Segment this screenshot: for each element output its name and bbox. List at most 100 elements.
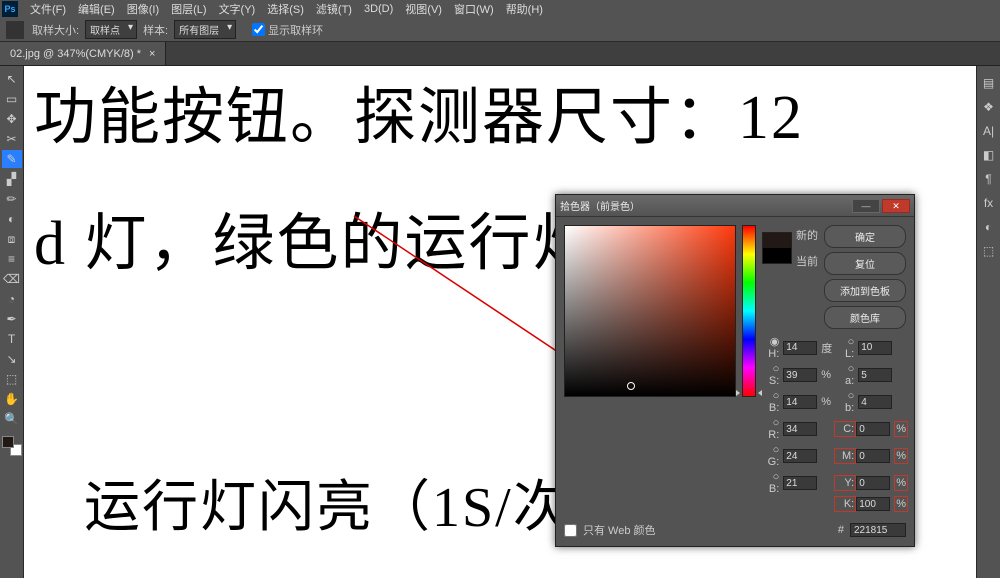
label-current: 当前 (796, 253, 818, 269)
hue-slider[interactable] (742, 225, 756, 397)
bb-field[interactable] (783, 476, 817, 490)
label-s: ○ S: (762, 363, 779, 387)
menu-view[interactable]: 视图(V) (399, 1, 448, 17)
show-ring-checkbox[interactable] (252, 23, 265, 36)
document-tabs: 02.jpg @ 347%(CMYK/8) * × (0, 42, 1000, 66)
foreground-swatch[interactable] (2, 436, 14, 448)
r-field[interactable] (783, 422, 817, 436)
app-logo: Ps (2, 1, 18, 17)
menu-layer[interactable]: 图层(L) (165, 1, 212, 17)
saturation-value-field[interactable] (564, 225, 736, 397)
menu-file[interactable]: 文件(F) (24, 1, 72, 17)
panel-icon[interactable]: A| (979, 122, 999, 140)
menu-type[interactable]: 文字(Y) (213, 1, 262, 17)
document-text: 功能按钮。探测器尺寸：12 (34, 66, 804, 156)
add-swatch-button[interactable]: 添加到色板 (824, 279, 906, 302)
menu-edit[interactable]: 编辑(E) (72, 1, 121, 17)
label-bb2: ○ B: (762, 471, 779, 495)
sv-cursor (627, 382, 635, 390)
tab-close-icon[interactable]: × (149, 48, 155, 60)
history-brush-icon[interactable]: ⧈ (2, 230, 22, 248)
type-tool-icon[interactable]: T (2, 330, 22, 348)
menu-window[interactable]: 窗口(W) (448, 1, 500, 17)
gradient-tool-icon[interactable]: ≡ (2, 250, 22, 268)
webonly-checkbox[interactable] (564, 524, 577, 537)
label-r: ○ R: (762, 417, 779, 441)
label-k: K: (834, 496, 856, 512)
menu-3d[interactable]: 3D(D) (358, 3, 399, 15)
shape-tool-icon[interactable]: ⬚ (2, 370, 22, 388)
panel-icon[interactable]: ▤ (979, 74, 999, 92)
minimize-icon[interactable]: — (852, 199, 880, 213)
webonly-label: 只有 Web 颜色 (583, 522, 656, 538)
m-field[interactable] (856, 449, 890, 463)
g-field[interactable] (783, 449, 817, 463)
panel-icon[interactable]: fx (979, 194, 999, 212)
menu-help[interactable]: 帮助(H) (500, 1, 549, 17)
path-select-icon[interactable]: ↘ (2, 350, 22, 368)
pen-tool-icon[interactable]: ✒ (2, 310, 22, 328)
color-library-button[interactable]: 颜色库 (824, 306, 906, 329)
dialog-titlebar[interactable]: 拾色器（前景色） — ✕ (556, 195, 914, 217)
label-sample: 样本: (143, 22, 168, 38)
document-tab[interactable]: 02.jpg @ 347%(CMYK/8) * × (0, 42, 166, 65)
label-sample-size: 取样大小: (32, 22, 79, 38)
h-field[interactable] (783, 341, 817, 355)
sample-size-select[interactable]: 取样点 (85, 20, 137, 39)
label-g: ○ G: (762, 444, 779, 468)
a-field[interactable] (858, 368, 892, 382)
hand-tool-icon[interactable]: ✋ (2, 390, 22, 408)
eyedropper-tool-icon (6, 21, 24, 39)
cancel-button[interactable]: 复位 (824, 252, 906, 275)
sample-select[interactable]: 所有图层 (174, 20, 236, 39)
panel-icon[interactable]: ◧ (979, 146, 999, 164)
label-bb: ○ b: (836, 390, 854, 414)
show-ring-label: 显示取样环 (268, 22, 323, 38)
tab-label: 02.jpg @ 347%(CMYK/8) * (10, 48, 141, 60)
lasso-tool-icon[interactable]: ✥ (2, 110, 22, 128)
c-field[interactable] (856, 422, 890, 436)
label-l: ○ L: (836, 336, 854, 360)
zoom-tool-icon[interactable]: 🔍 (2, 410, 22, 428)
hex-field[interactable] (850, 523, 906, 537)
panels-dock: ▤ ❖ A| ◧ ¶ fx ◐ ⬚ (976, 66, 1000, 578)
s-field[interactable] (783, 368, 817, 382)
y-field[interactable] (856, 476, 890, 490)
k-field[interactable] (856, 497, 890, 511)
menu-select[interactable]: 选择(S) (261, 1, 310, 17)
crop-tool-icon[interactable]: ✂ (2, 130, 22, 148)
panel-icon[interactable]: ⬚ (979, 242, 999, 260)
label-h: ◉ H: (762, 335, 779, 360)
menubar: Ps 文件(F) 编辑(E) 图像(I) 图层(L) 文字(Y) 选择(S) 滤… (0, 0, 1000, 18)
options-bar: 取样大小: 取样点 样本: 所有图层 显示取样环 (0, 18, 1000, 42)
color-swatches[interactable] (2, 436, 22, 456)
label-c: C: (834, 421, 856, 437)
color-preview (762, 232, 792, 264)
close-icon[interactable]: ✕ (882, 199, 910, 213)
label-a: ○ a: (836, 363, 854, 387)
move-tool-icon[interactable]: ↖ (2, 70, 22, 88)
dodge-tool-icon[interactable]: ◔ (2, 290, 22, 308)
panel-icon[interactable]: ❖ (979, 98, 999, 116)
stamp-tool-icon[interactable]: ◐ (2, 210, 22, 228)
tools-panel: ↖ ▭ ✥ ✂ ✎ ▞ ✏ ◐ ⧈ ≡ ⌫ ◔ ✒ T ↘ ⬚ ✋ 🔍 (0, 66, 24, 578)
label-m: M: (834, 448, 856, 464)
menu-image[interactable]: 图像(I) (121, 1, 165, 17)
l-field[interactable] (858, 341, 892, 355)
ok-button[interactable]: 确定 (824, 225, 906, 248)
b-field[interactable] (858, 395, 892, 409)
bv-field[interactable] (783, 395, 817, 409)
label-y: Y: (834, 475, 856, 491)
panel-icon[interactable]: ◐ (979, 218, 999, 236)
color-picker-dialog: 拾色器（前景色） — ✕ 新的 当前 (555, 194, 915, 547)
heal-tool-icon[interactable]: ▞ (2, 170, 22, 188)
eyedropper-tool-icon[interactable]: ✎ (2, 150, 22, 168)
label-b: ○ B: (762, 390, 779, 414)
eraser-tool-icon[interactable]: ⌫ (2, 270, 22, 288)
menu-filter[interactable]: 滤镜(T) (310, 1, 358, 17)
brush-tool-icon[interactable]: ✏ (2, 190, 22, 208)
panel-icon[interactable]: ¶ (979, 170, 999, 188)
marquee-tool-icon[interactable]: ▭ (2, 90, 22, 108)
dialog-title: 拾色器（前景色） (560, 198, 640, 213)
new-color (763, 233, 791, 248)
